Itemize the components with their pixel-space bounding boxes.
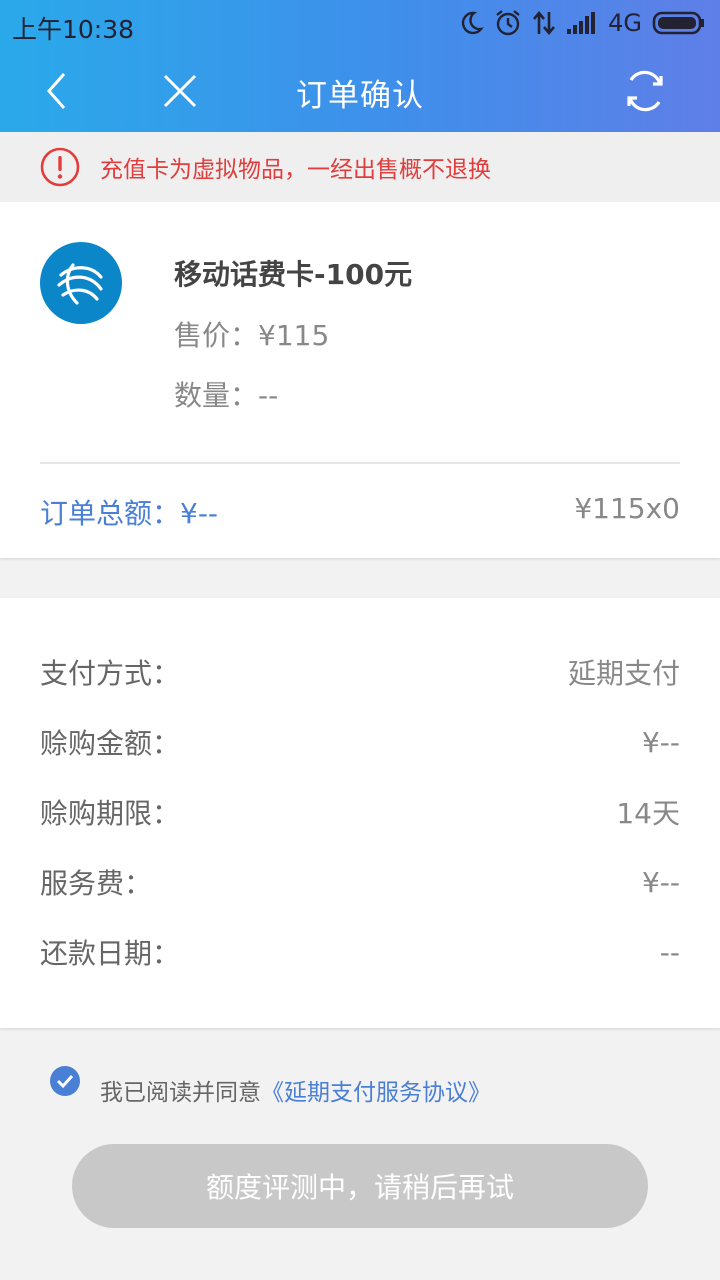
battery-icon: [652, 11, 704, 35]
price-text: 售价：¥115: [174, 314, 329, 354]
status-icons: 4G: [458, 9, 706, 37]
price-value: ¥115: [258, 319, 330, 352]
nav-bar: 订单确认: [0, 50, 720, 132]
row-value: 14天: [616, 797, 680, 830]
status-bar: 上午10:38 4G: [0, 0, 720, 50]
row-label: 服务费：: [40, 867, 153, 900]
row-value: ¥--: [641, 865, 680, 899]
top-header: 上午10:38 4G 订单确认: [0, 0, 720, 132]
agreement-prefix: 我已阅读并同意: [100, 1080, 261, 1106]
logo-mark-icon: [57, 263, 103, 305]
page-title: 订单确认: [296, 78, 424, 114]
alarm-icon: [496, 10, 520, 36]
submit-button[interactable]: 额度评测中，请稍后再试: [72, 1144, 648, 1228]
product-name: 移动话费卡-100元: [174, 258, 413, 291]
quantity-label: 数量：: [174, 379, 259, 412]
warning-icon: [40, 147, 80, 187]
network-type: 4G: [608, 9, 642, 37]
order-total-label: 订单总额：: [40, 497, 181, 530]
payment-row-term: 赊购期限： 14天: [40, 792, 680, 832]
row-label: 赊购期限：: [40, 797, 181, 830]
divider: [40, 462, 680, 464]
signal-icon: [567, 12, 596, 34]
row-value: 延期支付: [567, 657, 680, 690]
data-transfer-icon: [533, 10, 556, 36]
agreement-text: 我已阅读并同意《延期支付服务协议》: [100, 1073, 491, 1107]
quantity-text: 数量：--: [174, 374, 278, 414]
row-value: --: [659, 935, 680, 969]
status-time: 上午10:38: [12, 15, 135, 44]
refresh-icon: [627, 70, 663, 112]
agreement-link[interactable]: 《延期支付服务协议》: [261, 1080, 491, 1106]
refresh-button[interactable]: [618, 64, 672, 118]
price-multiplier: ¥115x0: [574, 492, 680, 525]
payment-row-fee: 服务费： ¥--: [40, 862, 680, 902]
row-label: 赊购金额：: [40, 727, 181, 760]
agreement-checkbox[interactable]: [50, 1066, 80, 1096]
price-label: 售价：: [174, 319, 259, 352]
order-total-value: ¥--: [180, 497, 219, 530]
payment-row-amount: 赊购金额： ¥--: [40, 722, 680, 762]
payment-row-repay-date: 还款日期： --: [40, 932, 680, 972]
order-total: 订单总额：¥--: [40, 492, 218, 532]
row-label: 支付方式：: [40, 657, 181, 690]
row-value: ¥--: [641, 725, 680, 759]
checkbox-checked-icon: [50, 1066, 80, 1096]
payment-row-method: 支付方式： 延期支付: [40, 652, 680, 692]
row-label: 还款日期：: [40, 937, 181, 970]
moon-icon: [462, 11, 484, 35]
china-mobile-logo: [40, 242, 122, 324]
notice-text: 充值卡为虚拟物品，一经出售概不退换: [100, 157, 491, 183]
quantity-value: --: [258, 379, 279, 412]
